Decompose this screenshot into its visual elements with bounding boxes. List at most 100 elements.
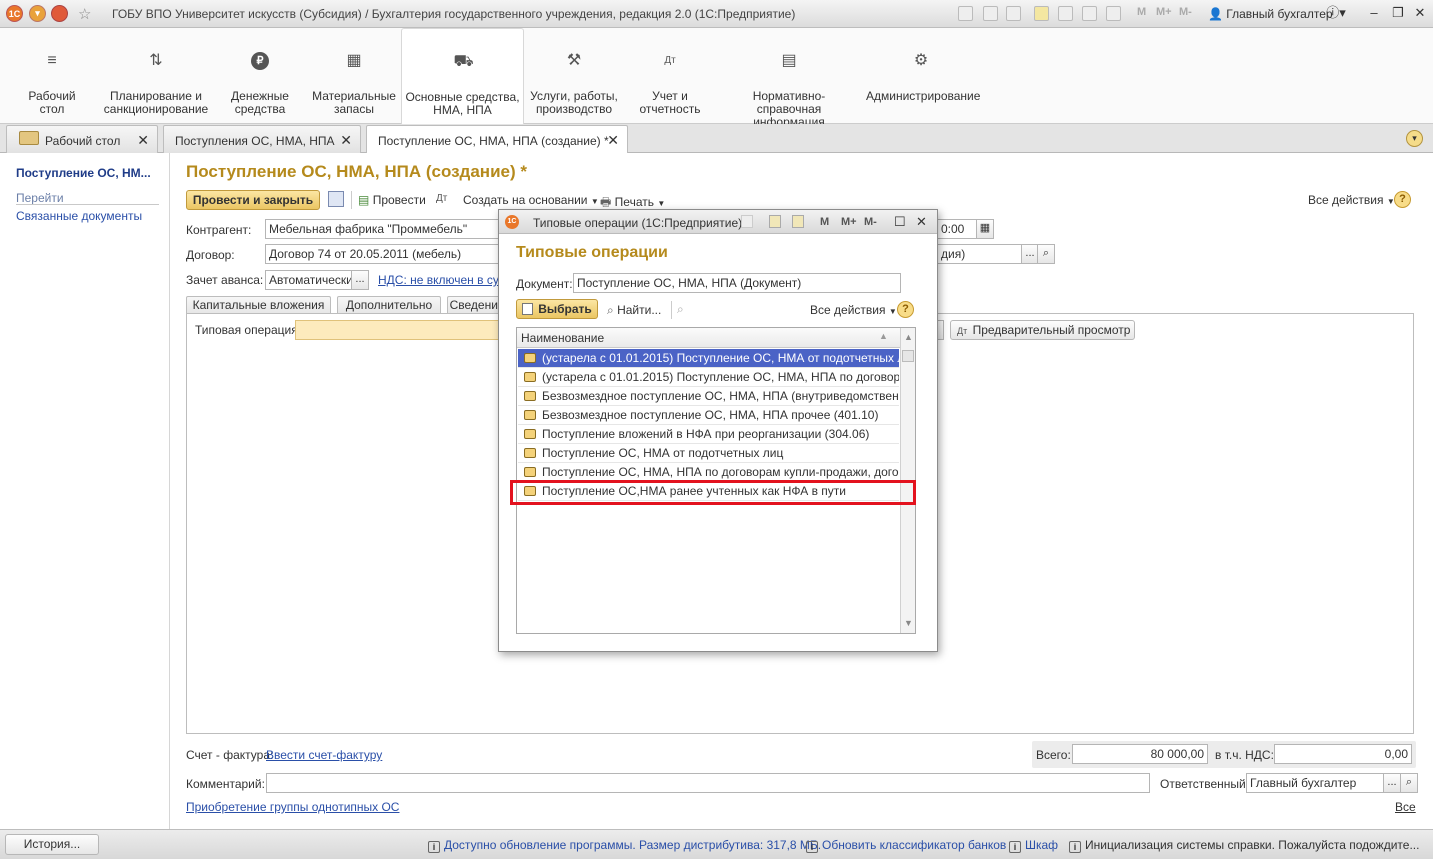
responsible-field[interactable]: Главный бухгалтер: [1246, 773, 1384, 793]
contractor-field[interactable]: Мебельная фабрика "Проммебель": [265, 219, 505, 239]
app-menu-icon[interactable]: ▾: [29, 5, 46, 22]
list-item[interactable]: Поступление вложений в НФА при реорганиз…: [518, 425, 899, 444]
app-logo-icon: 1C: [505, 215, 519, 229]
list-item[interactable]: (устарела с 01.01.2015) Поступление ОС, …: [518, 368, 899, 387]
tabs-menu-icon[interactable]: ▾: [1406, 130, 1423, 147]
comment-field[interactable]: [266, 773, 1150, 793]
cabinet-link[interactable]: i Шкаф: [1009, 838, 1058, 853]
dtkt-icon[interactable]: Дт: [436, 193, 447, 204]
cancel-search-icon[interactable]: ⌕: [677, 302, 684, 317]
contract-field[interactable]: Договор 74 от 20.05.2011 (мебель): [265, 244, 505, 264]
scroll-down-icon[interactable]: ▼: [904, 618, 913, 628]
section-accounting[interactable]: Дт Учет и отчетность: [634, 28, 706, 124]
memory-plus-button[interactable]: M+: [841, 216, 857, 228]
divider: [671, 301, 672, 319]
list-item[interactable]: Безвозмездное поступление ОС, НМА, НПА (…: [518, 387, 899, 406]
vat-link[interactable]: НДС: не включен в сумму: [378, 273, 500, 287]
calendar-icon[interactable]: ▦: [976, 219, 994, 239]
scroll-up-icon[interactable]: ▲: [904, 332, 913, 342]
calendar-icon[interactable]: [1106, 6, 1121, 21]
document-label: Документ:: [516, 277, 573, 291]
section-label: Услуги, работы, производство: [530, 89, 618, 116]
section-planning[interactable]: ⇅ Планирование и санкционирование: [100, 28, 212, 124]
scroll-thumb[interactable]: [902, 350, 914, 362]
memory-button[interactable]: M: [1137, 6, 1146, 18]
print-icon[interactable]: [741, 215, 753, 228]
all-actions-button[interactable]: Все действия ▼: [1308, 193, 1395, 207]
preview-icon[interactable]: [1006, 6, 1021, 21]
calculator-icon[interactable]: [1082, 6, 1097, 21]
select-button[interactable]: ...: [351, 270, 369, 290]
list-item[interactable]: Безвозмездное поступление ОС, НМА, НПА п…: [518, 406, 899, 425]
tools-icon: ⚒: [566, 52, 582, 69]
help-icon[interactable]: ?: [1394, 191, 1411, 208]
section-materials[interactable]: ▦ Материальные запасы: [310, 28, 398, 124]
section-desktop[interactable]: ≡ Рабочий стол: [16, 28, 88, 124]
favorite-icon[interactable]: [1034, 6, 1049, 21]
section-fixed-assets[interactable]: ⛟ Основные средства, НМА, НПА: [401, 28, 524, 124]
create-based-on-button[interactable]: Создать на основании ▼: [463, 193, 599, 207]
save-icon[interactable]: [328, 191, 344, 207]
section-reference[interactable]: ▤ Нормативно-справочная информация: [722, 28, 856, 129]
search-icon[interactable]: ⌕: [1037, 244, 1055, 264]
minimize-button[interactable]: –: [1364, 4, 1384, 22]
post-button[interactable]: ▤ Провести: [358, 193, 426, 207]
post-and-close-button[interactable]: Провести и закрыть: [186, 190, 320, 210]
close-icon[interactable]: ✕: [137, 132, 149, 149]
operation-field[interactable]: [295, 320, 505, 340]
calculator-icon[interactable]: [769, 215, 781, 228]
tab-receipt-create[interactable]: Поступление ОС, НМА, НПА (создание) * ✕: [366, 125, 628, 154]
invoice-link[interactable]: Ввести счет-фактуру: [266, 748, 382, 762]
memory-button[interactable]: M: [820, 216, 829, 228]
column-header[interactable]: Наименование ▲: [517, 328, 900, 348]
update-banks-link[interactable]: i Обновить классификатор банков: [806, 838, 1006, 853]
tab-receipts-list[interactable]: Поступления ОС, НМА, НПА ✕: [163, 125, 361, 153]
time-field[interactable]: 0:00: [938, 219, 978, 239]
save-icon[interactable]: [958, 6, 973, 21]
memory-minus-button[interactable]: M-: [864, 216, 877, 228]
stop-icon[interactable]: [51, 5, 68, 22]
tab-capital-investments[interactable]: Капитальные вложения: [186, 296, 331, 314]
section-money[interactable]: ₽ Денежные средства: [224, 28, 296, 124]
advance-field[interactable]: Автоматически: [265, 270, 353, 290]
history-button[interactable]: История...: [5, 834, 99, 855]
print-icon[interactable]: [983, 6, 998, 21]
tab-desktop[interactable]: Рабочий стол ✕: [6, 125, 158, 153]
list-item[interactable]: Поступление ОС, НМА от подотчетных лиц: [518, 444, 899, 463]
close-button[interactable]: ✕: [1410, 4, 1430, 22]
maximize-button[interactable]: ☐: [894, 214, 906, 230]
find-button[interactable]: ⌕ Найти...: [607, 303, 661, 318]
close-button[interactable]: ✕: [916, 214, 927, 230]
update-available-link[interactable]: i Доступно обновление программы. Размер д…: [428, 838, 821, 853]
right-field[interactable]: дия): [938, 244, 1022, 264]
memory-plus-button[interactable]: M+: [1156, 6, 1172, 18]
calendar-icon[interactable]: [792, 215, 804, 228]
nav-current-document[interactable]: Поступление ОС, НМ...: [16, 166, 151, 180]
nav-related-documents[interactable]: Связанные документы: [16, 209, 142, 223]
close-icon[interactable]: ✕: [340, 132, 352, 149]
comment-label: Комментарий:: [186, 777, 265, 791]
close-icon[interactable]: ✕: [607, 132, 619, 149]
section-label: Рабочий стол: [28, 89, 76, 116]
info-icon[interactable]: ⓘ▾: [1326, 4, 1346, 22]
all-actions-button[interactable]: Все действия ▼: [810, 303, 897, 317]
search-icon: ⌕: [607, 303, 614, 317]
search-icon[interactable]: ⌕: [1400, 773, 1418, 793]
choose-button[interactable]: Выбрать: [516, 299, 598, 319]
star-icon[interactable]: ☆: [78, 5, 91, 23]
memory-minus-button[interactable]: M-: [1179, 6, 1192, 18]
current-user[interactable]: 👤 Главный бухгалтер: [1208, 7, 1333, 21]
list-item[interactable]: (устарела с 01.01.2015) Поступление ОС, …: [518, 349, 899, 368]
help-icon[interactable]: ?: [897, 301, 914, 318]
history-icon[interactable]: [1058, 6, 1073, 21]
group-purchase-link[interactable]: Приобретение группы однотипных ОС: [186, 800, 399, 814]
dialog-heading: Типовые операции: [516, 244, 668, 261]
select-button[interactable]: ...: [1383, 773, 1401, 793]
maximize-button[interactable]: ❐: [1388, 4, 1408, 22]
section-services[interactable]: ⚒ Услуги, работы, производство: [528, 28, 620, 124]
tab-additional[interactable]: Дополнительно: [337, 296, 441, 314]
app-logo-icon[interactable]: 1C: [6, 5, 23, 22]
preview-button[interactable]: Дт Предварительный просмотр: [950, 320, 1135, 340]
all-link[interactable]: Все: [1395, 800, 1416, 814]
section-admin[interactable]: ⚙ Администрирование: [866, 28, 980, 124]
